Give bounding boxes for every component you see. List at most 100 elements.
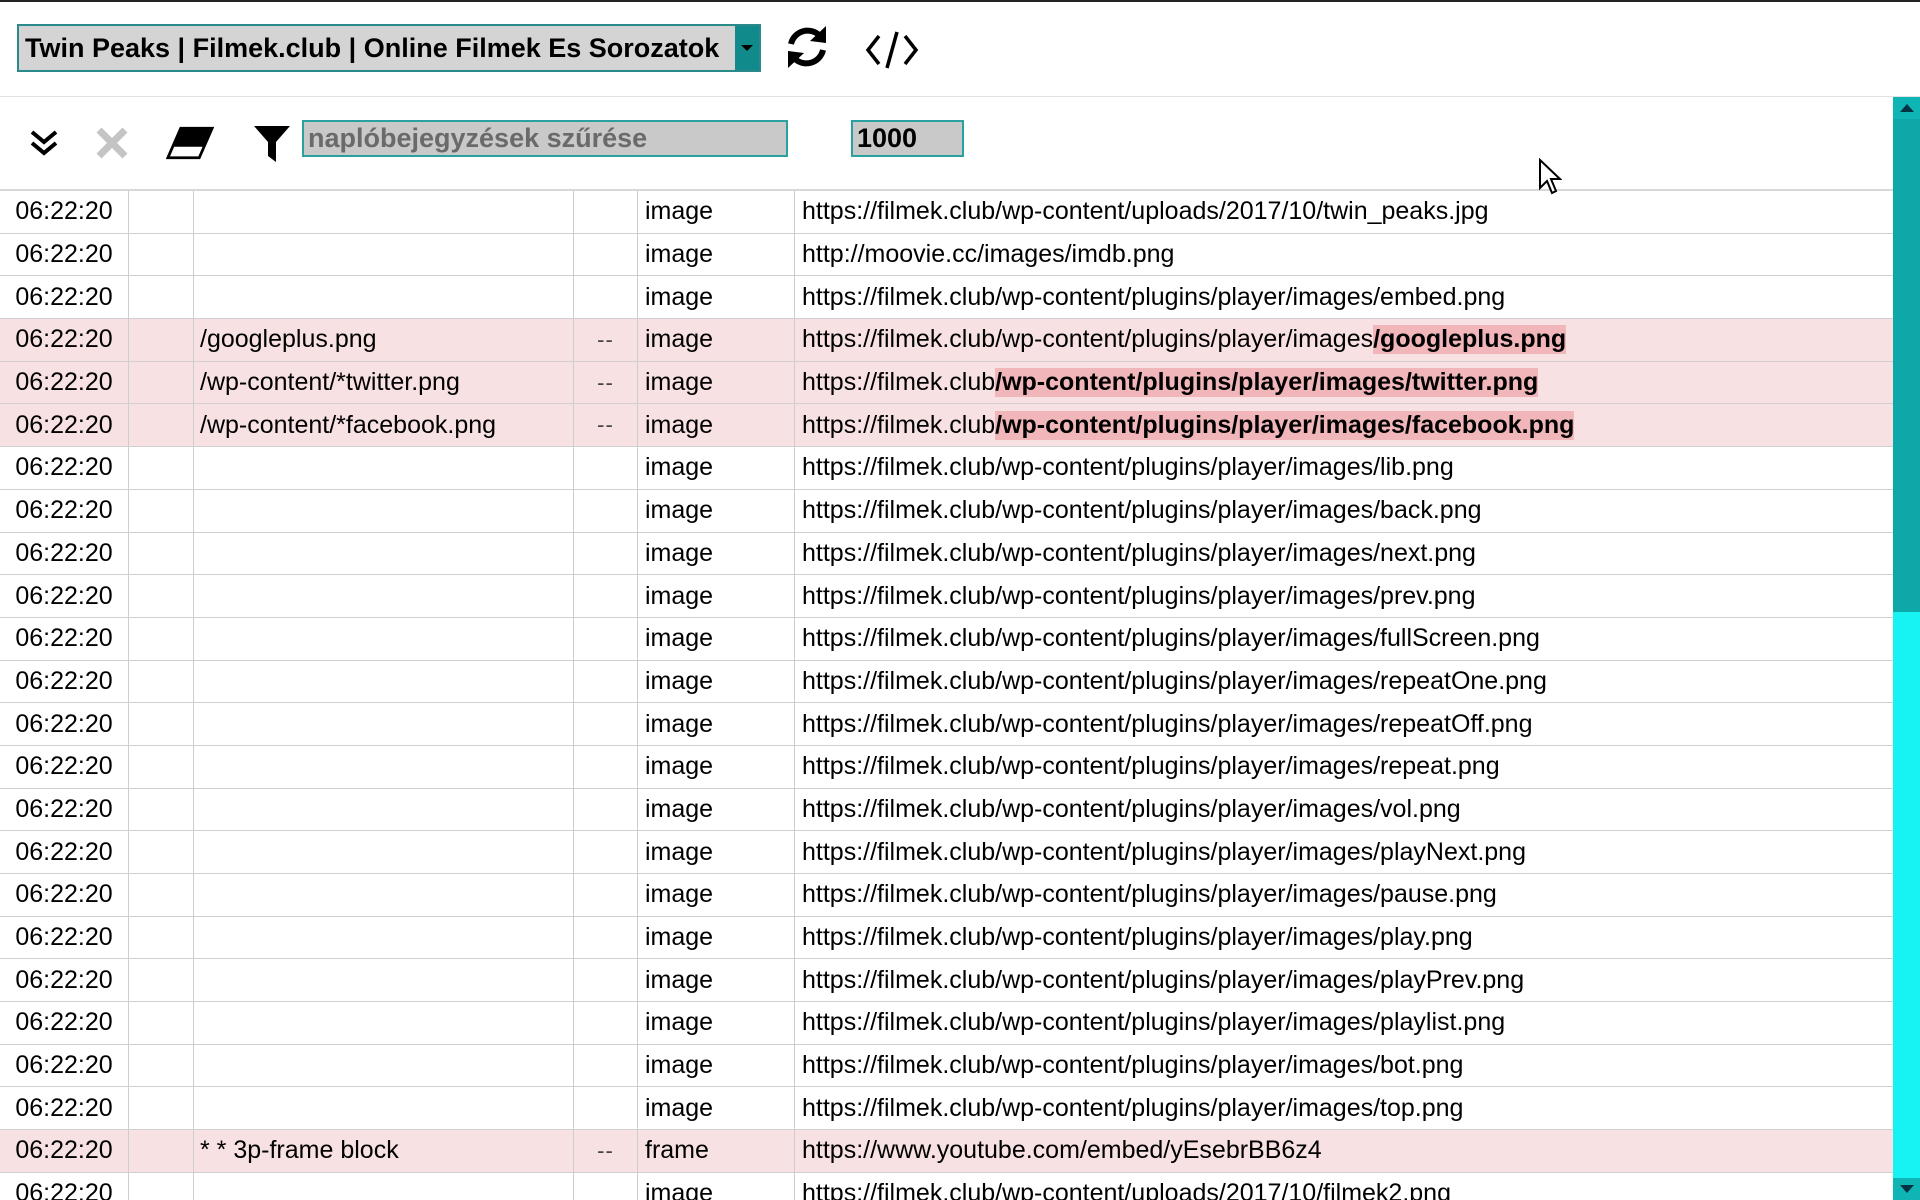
log-time: 06:22:20 <box>0 617 129 660</box>
log-row[interactable]: 06:22:20 image https://filmek.club/wp-cont… <box>0 575 1893 618</box>
log-row[interactable]: 06:22:20/wp-content/*twitter.png -- image h… <box>0 361 1893 405</box>
log-url: https://filmek.club/wp-content/plugins/p… <box>795 746 1893 788</box>
log-row[interactable]: 06:22:20 image https://filmek.club/wp-cont… <box>0 874 1893 917</box>
log-url-text: https://filmek.club/wp-content/plugins/p… <box>802 965 1525 994</box>
log-url: https://filmek.club/wp-content/plugins/p… <box>795 1002 1893 1044</box>
log-flag: -- <box>574 404 638 447</box>
log-tab <box>129 874 194 916</box>
log-tab <box>129 959 194 1002</box>
log-tab <box>129 191 194 233</box>
log-filter <box>194 874 574 916</box>
code-icon[interactable] <box>864 26 920 74</box>
log-filter-input[interactable] <box>302 120 788 157</box>
log-filter: /wp-content/*twitter.png <box>194 361 574 404</box>
log-url: https://filmek.club/wp-content/plugins/p… <box>795 959 1893 1001</box>
log-url-match: /googleplus.png <box>1373 325 1567 355</box>
log-row[interactable]: 06:22:20 image https://filmek.club/wp-cont… <box>0 1002 1893 1045</box>
log-time: 06:22:20 <box>0 831 129 873</box>
log-url: https://filmek.club/wp-content/plugins/p… <box>795 618 1893 660</box>
log-url-text: https://filmek.club/wp-content/plugins/p… <box>802 1093 1464 1122</box>
log-flag: -- <box>574 319 638 361</box>
log-row[interactable]: 06:22:20 image http://moovie.cc/images/imd… <box>0 233 1893 277</box>
log-type: image <box>638 874 795 916</box>
log-type: image <box>638 617 795 660</box>
log-flag <box>574 1087 638 1130</box>
log-row[interactable]: 06:22:20 image https://filmek.club/wp-cont… <box>0 1172 1893 1200</box>
log-url-text: https://filmek.club/wp-content/plugins/p… <box>802 666 1547 695</box>
log-url: https://filmek.club/wp-content/plugins/p… <box>795 917 1893 959</box>
log-row[interactable]: 06:22:20 image https://filmek.club/wp-cont… <box>0 916 1893 960</box>
log-filter: * * 3p-frame block <box>194 1130 574 1172</box>
log-url: https://filmek.club/wp-content/plugins/p… <box>795 831 1893 873</box>
log-row[interactable]: 06:22:20 image https://filmek.club/wp-cont… <box>0 660 1893 704</box>
log-url: https://filmek.club/wp-content/plugins/p… <box>795 490 1893 532</box>
log-row[interactable]: 06:22:20 image https://filmek.club/wp-cont… <box>0 831 1893 874</box>
log-type: image <box>638 703 795 745</box>
log-row[interactable]: 06:22:20 image https://filmek.club/wp-cont… <box>0 447 1893 490</box>
log-time: 06:22:20 <box>0 319 129 361</box>
log-flag <box>574 276 638 319</box>
log-type: image <box>638 447 795 489</box>
log-row[interactable]: 06:22:20/googleplus.png -- image https://fi… <box>0 319 1893 362</box>
log-url-text: https://filmek.club/wp-content/plugins/p… <box>802 923 1473 952</box>
log-url-text: https://filmek.club/wp-content/plugins/p… <box>802 325 1374 354</box>
log-flag <box>574 959 638 1002</box>
log-row[interactable]: 06:22:20 image https://filmek.club/wp-cont… <box>0 276 1893 320</box>
log-flag <box>574 1002 638 1044</box>
log-tab <box>129 831 194 873</box>
log-url-text: https://filmek.club/wp-content/uploads/2… <box>802 1179 1451 1200</box>
log-row[interactable]: 06:22:20 image https://filmek.club/wp-cont… <box>0 788 1893 832</box>
chevron-down-icon[interactable] <box>735 26 759 70</box>
log-url: http://moovie.cc/images/imdb.png <box>795 234 1893 276</box>
scroll-thumb[interactable] <box>1893 119 1920 612</box>
log-row[interactable]: 06:22:20 image https://filmek.club/wp-cont… <box>0 489 1893 533</box>
max-entries-input[interactable] <box>851 120 964 157</box>
log-tab <box>129 575 194 617</box>
vertical-scrollbar[interactable] <box>1893 97 1920 1200</box>
log-tab <box>129 1002 194 1044</box>
log-tab <box>129 703 194 745</box>
log-row[interactable]: 06:22:20 image https://filmek.club/wp-cont… <box>0 959 1893 1003</box>
log-time: 06:22:20 <box>0 1044 129 1087</box>
log-type: image <box>638 660 795 703</box>
log-url: https://filmek.club/wp-content/plugins/p… <box>795 276 1893 318</box>
log-url: https://filmek.club/wp-content/plugins/p… <box>795 1087 1893 1129</box>
log-flag <box>574 788 638 831</box>
log-row[interactable]: 06:22:20 image https://filmek.club/wp-cont… <box>0 1044 1893 1088</box>
log-url-text: https://filmek.club/wp-content/uploads/2… <box>802 197 1489 226</box>
log-tab <box>129 404 194 447</box>
scroll-down-arrow-icon[interactable] <box>1893 1178 1920 1200</box>
log-row[interactable]: 06:22:20 image https://filmek.club/wp-cont… <box>0 1087 1893 1131</box>
log-type: image <box>638 532 795 575</box>
double-chevron-down-icon[interactable] <box>20 119 68 167</box>
log-filter <box>194 617 574 660</box>
log-row[interactable]: 06:22:20 * * 3p-frame block -- frame https:/… <box>0 1130 1893 1173</box>
log-row[interactable]: 06:22:20 image https://filmek.club/wp-cont… <box>0 745 1893 789</box>
log-row[interactable]: 06:22:20 image https://filmek.club/wp-cont… <box>0 617 1893 661</box>
log-time: 06:22:20 <box>0 1172 129 1200</box>
log-flag <box>574 1172 638 1200</box>
log-time: 06:22:20 <box>0 916 129 959</box>
log-url-match: /wp-content/plugins/player/images/facebo… <box>995 410 1575 440</box>
log-row[interactable]: 06:22:20 image https://filmek.club/wp-cont… <box>0 703 1893 746</box>
tab-selector[interactable]: Twin Peaks | Filmek.club | Online Filmek… <box>17 24 761 72</box>
close-icon[interactable] <box>88 119 136 167</box>
eraser-icon[interactable] <box>166 119 214 167</box>
log-url-text: https://filmek.club/wp-content/plugins/p… <box>802 709 1533 738</box>
log-url: https://filmek.club/wp-content/plugins/p… <box>795 874 1893 916</box>
log-toolbar <box>0 97 1893 191</box>
log-type: image <box>638 1002 795 1044</box>
log-row[interactable]: 06:22:20 image https://filmek.club/wp-cont… <box>0 191 1893 234</box>
log-filter <box>194 959 574 1002</box>
log-flag: -- <box>574 361 638 404</box>
log-row[interactable]: 06:22:20/wp-content/*facebook.png -- image… <box>0 404 1893 448</box>
funnel-icon[interactable] <box>248 119 296 167</box>
log-url: https://filmek.club/wp-content/uploads/2… <box>795 1173 1893 1200</box>
refresh-icon[interactable] <box>782 22 832 72</box>
scroll-up-arrow-icon[interactable] <box>1893 97 1920 119</box>
log-row[interactable]: 06:22:20 image https://filmek.club/wp-cont… <box>0 532 1893 576</box>
log-time: 06:22:20 <box>0 532 129 575</box>
mouse-cursor-icon <box>1538 157 1563 196</box>
log-type: image <box>638 489 795 532</box>
log-url-text: https://filmek.club/wp-content/plugins/p… <box>802 1008 1506 1037</box>
